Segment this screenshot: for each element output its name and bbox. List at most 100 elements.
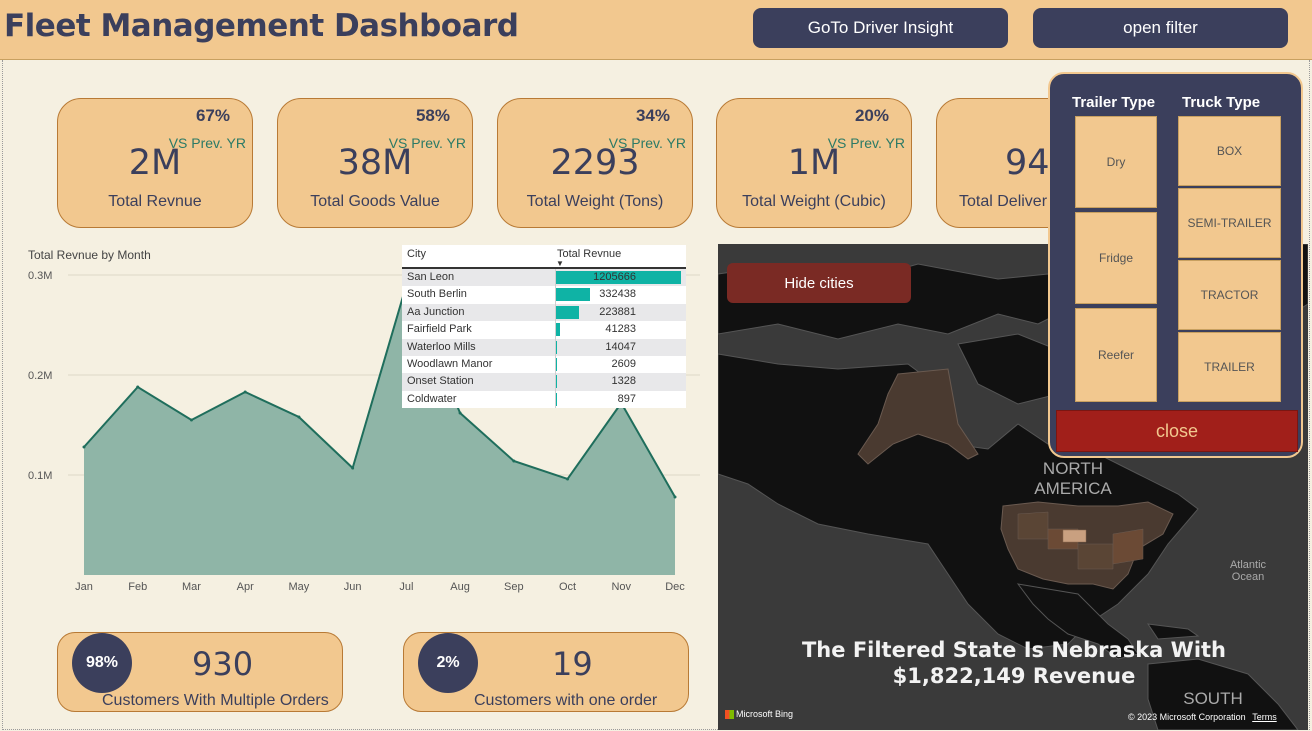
x-tick-label: Oct [559,581,576,593]
table-row[interactable]: South Berlin 332438 [402,286,686,303]
map-message-line-2: $1,822,149 Revenue [892,664,1136,688]
kpi-value: 2M [128,143,182,183]
trailer-type-heading: Trailer Type [1072,94,1156,111]
trailer-type-option-dry[interactable]: Dry [1075,116,1157,208]
hide-cities-button[interactable]: Hide cities [727,263,911,303]
percent-badge: 98% [72,633,132,693]
x-tick-label: Nov [611,581,631,593]
kpi-change-percent: 67% [195,106,230,125]
data-point [351,466,355,470]
y-tick-label: 0.1M [28,470,52,482]
map-copyright: © 2023 Microsoft Corporation Terms [1128,712,1277,722]
data-point [512,459,516,463]
x-tick-label: Mar [182,581,201,593]
page-title: Fleet Management Dashboard [4,8,519,44]
table-row[interactable]: Woodlawn Manor 2609 [402,356,686,373]
kpi-card-total-revenue[interactable]: 67% VS Prev. YR 2M Total Revnue [57,98,253,228]
revenue-value: 1205666 [593,271,636,283]
city-revenue-table[interactable]: City Total Revnue ▼ San Leon 1205666 South… [402,245,686,409]
kpi-label: Total Weight (Cubic) [742,193,886,210]
x-tick-label: Dec [665,581,685,593]
customers-multiple-orders-card[interactable]: 98% 930 Customers With Multiple Orders [57,632,343,712]
data-point [566,477,570,481]
x-tick-label: Feb [128,581,147,593]
city-name: Woodlawn Manor [407,357,493,370]
x-tick-label: Sep [504,581,524,593]
data-point [243,390,247,394]
revenue-value: 14047 [605,340,636,353]
city-name: Onset Station [407,375,474,388]
sort-descending-icon[interactable]: ▼ [556,259,564,268]
kpi-change-percent: 58% [415,106,450,125]
customer-label: Customers with one order [474,692,658,709]
truck-type-option-box[interactable]: BOX [1178,116,1281,186]
data-point [189,418,193,422]
kpi-card-total-weight-tons[interactable]: 34% VS Prev. YR 2293 Total Weight (Tons) [497,98,693,228]
column-header-city[interactable]: City [407,248,426,260]
table-row[interactable]: Waterloo Mills 14047 [402,338,686,356]
column-header-total-revenue[interactable]: Total Revnue [557,248,621,260]
kpi-card-total-goods-value[interactable]: 58% VS Prev. YR 38M Total Goods Value [277,98,473,228]
map-label-atlantic-ocean: Atlantic Ocean [1229,559,1267,583]
customers-one-order-card[interactable]: 2% 19 Customers with one order [403,632,689,712]
filter-panel: Trailer Type Truck Type Dry Fridge Reefe… [1048,72,1303,458]
city-name: Waterloo Mills [407,340,476,353]
data-point [458,411,462,415]
table-row[interactable]: San Leon 1205666 [402,269,686,287]
city-name: South Berlin [407,288,467,301]
city-name: San Leon [407,271,455,283]
kpi-label: Total Revnue [108,193,202,210]
city-name: Fairfield Park [407,323,472,336]
open-filter-button[interactable]: open filter [1033,8,1288,48]
data-point [82,445,86,449]
kpi-label: Total Weight (Tons) [526,193,664,210]
kpi-value: 2293 [550,143,640,183]
microsoft-logo-icon [725,710,734,720]
terms-link[interactable]: Terms [1252,712,1277,722]
percent-badge: 2% [418,633,478,693]
y-tick-label: 0.2M [28,370,52,382]
x-tick-label: Jan [75,581,93,593]
revenue-value: 1328 [611,375,636,388]
revenue-value: 897 [617,392,636,405]
table-row[interactable]: Fairfield Park 41283 [402,321,686,338]
table-body: San Leon 1205666 South Berlin 332438 Aa Junc… [402,269,686,408]
x-tick-label: Aug [450,581,470,593]
kpi-change-percent: 34% [635,106,670,125]
truck-type-option-tractor[interactable]: TRACTOR [1178,260,1281,330]
column-divider [555,269,556,409]
data-point [136,385,140,389]
x-tick-label: Jul [399,581,413,593]
bing-logo: Microsoft Bing [725,709,794,720]
trailer-type-option-fridge[interactable]: Fridge [1075,212,1157,304]
customer-count: 930 [192,645,254,683]
close-filter-button[interactable]: close [1056,410,1298,452]
table-row[interactable]: Coldwater 897 [402,391,686,408]
kpi-card-total-weight-cubic[interactable]: 20% VS Prev. YR 1M Total Weight (Cubic) [716,98,912,228]
truck-type-heading: Truck Type [1182,94,1261,111]
revenue-value: 2609 [611,357,636,370]
kpi-change-percent: 20% [854,106,889,125]
bing-label: Microsoft Bing [736,709,794,719]
goto-driver-insight-button[interactable]: GoTo Driver Insight [753,8,1008,48]
y-tick-label: 0.3M [28,270,52,282]
x-tick-label: May [289,581,310,593]
data-point [673,495,677,499]
revenue-value: 332438 [599,288,636,301]
map-message-line-1: The Filtered State Is Nebraska With [801,638,1227,662]
table-header: City Total Revnue ▼ [402,245,686,269]
table-row[interactable]: Aa Junction 223881 [402,303,686,322]
city-name: Aa Junction [407,305,465,318]
kpi-value: 1M [787,143,841,183]
customer-count: 19 [552,645,593,683]
copyright-text: © 2023 Microsoft Corporation [1128,712,1246,722]
revenue-value: 223881 [599,305,636,318]
customer-label: Customers With Multiple Orders [102,692,329,709]
truck-type-option-trailer[interactable]: TRAILER [1178,332,1281,402]
x-tick-label: Jun [344,581,362,593]
x-tick-label: Apr [237,581,254,593]
city-name: Coldwater [407,392,457,405]
truck-type-option-semi-trailer[interactable]: SEMI-TRAILER [1178,188,1281,258]
trailer-type-option-reefer[interactable]: Reefer [1075,308,1157,402]
table-row[interactable]: Onset Station 1328 [402,373,686,391]
